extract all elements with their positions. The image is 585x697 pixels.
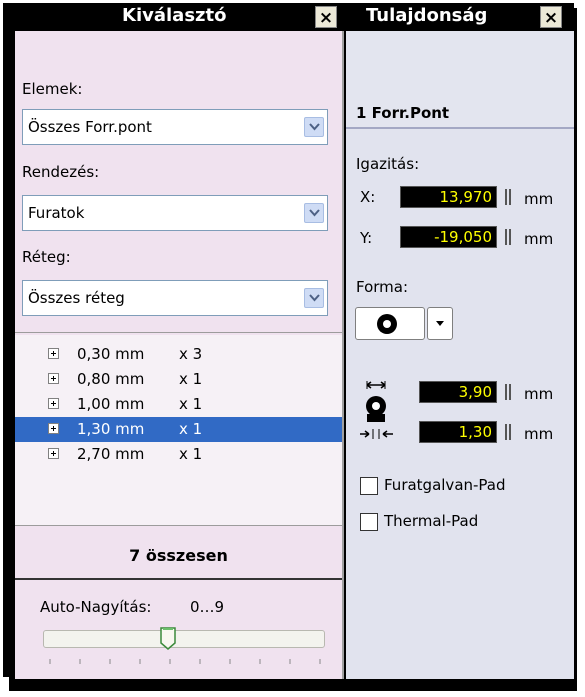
pad-diameter-icon <box>360 381 393 439</box>
tree-item-size: 2,70 mm <box>77 445 145 463</box>
tree-item[interactable]: 2,70 mm x 1 <box>15 442 342 467</box>
auto-zoom-label: Auto-Nagyítás: <box>40 598 152 616</box>
tree-item[interactable]: 1,00 mm x 1 <box>15 392 342 417</box>
elemek-label: Elemek: <box>22 80 83 98</box>
reteg-value: Összes réteg <box>28 289 125 307</box>
chevron-down-icon[interactable] <box>304 203 324 223</box>
slider-thumb[interactable] <box>159 626 179 652</box>
spin-grip-icon[interactable] <box>505 424 512 440</box>
slider-ticks <box>49 659 321 664</box>
expand-icon[interactable] <box>48 423 59 434</box>
property-panel <box>346 31 574 679</box>
separator <box>15 525 342 526</box>
auto-zoom-slider[interactable] <box>43 630 325 648</box>
hole-unit: mm <box>524 425 554 443</box>
tree-item-size: 1,30 mm <box>77 420 145 438</box>
reteg-dropdown[interactable]: Összes réteg <box>22 280 328 316</box>
tree-item[interactable]: 0,30 mm x 3 <box>15 342 342 367</box>
elemek-dropdown[interactable]: Összes Forr.pont <box>22 109 328 145</box>
tree-item-count: x 3 <box>179 345 203 363</box>
expand-icon[interactable] <box>48 398 59 409</box>
tree-item-size: 0,80 mm <box>77 370 145 388</box>
object-title: 1 Forr.Pont <box>356 104 450 122</box>
rendezes-dropdown[interactable]: Furatok <box>22 195 328 231</box>
hole-diameter-field[interactable]: 1,30 <box>419 421 497 443</box>
tree-item-count: x 1 <box>179 420 203 438</box>
tree-item-count: x 1 <box>179 370 203 388</box>
selector-title: Kiválasztó <box>122 5 227 26</box>
tree-item[interactable]: 0,80 mm x 1 <box>15 367 342 392</box>
outer-unit: mm <box>524 385 554 403</box>
chevron-down-icon[interactable] <box>304 117 324 137</box>
tree-item-count: x 1 <box>179 445 203 463</box>
reteg-label: Réteg: <box>22 248 71 266</box>
y-unit: mm <box>524 230 554 248</box>
expand-icon[interactable] <box>48 373 59 384</box>
igazitas-label: Igazitás: <box>356 155 420 173</box>
chevron-down-icon[interactable] <box>304 288 324 308</box>
tree-item-count: x 1 <box>179 395 203 413</box>
forma-label: Forma: <box>356 278 409 296</box>
property-titlebar: Tulajdonság × <box>346 3 574 31</box>
shape-dropdown-button[interactable] <box>427 307 453 340</box>
y-label: Y: <box>360 229 373 247</box>
y-coordinate-field[interactable]: -19,050 <box>400 226 497 248</box>
expand-icon[interactable] <box>48 448 59 459</box>
elemek-value: Összes Forr.pont <box>28 118 152 136</box>
thermal-pad-checkbox[interactable] <box>360 513 378 531</box>
tree-item-size: 0,30 mm <box>77 345 145 363</box>
x-coordinate-field[interactable]: 13,970 <box>400 186 497 208</box>
selector-titlebar: Kiválasztó × <box>15 3 342 31</box>
spin-grip-icon[interactable] <box>505 189 512 205</box>
property-title: Tulajdonság <box>366 5 488 26</box>
x-unit: mm <box>524 190 554 208</box>
selector-close-button[interactable]: × <box>315 6 337 28</box>
chevron-down-icon <box>436 321 444 326</box>
tree-item-selected[interactable]: 1,30 mm x 1 <box>15 417 342 442</box>
furatgalvan-checkbox[interactable] <box>360 477 378 495</box>
spin-grip-icon[interactable] <box>505 229 512 245</box>
furatgalvan-label: Furatgalvan-Pad <box>384 476 506 494</box>
rendezes-label: Rendezés: <box>22 163 100 181</box>
property-close-button[interactable]: × <box>540 6 562 28</box>
total-count: 7 összesen <box>129 546 228 565</box>
x-label: X: <box>360 188 376 206</box>
expand-icon[interactable] <box>48 348 59 359</box>
separator <box>15 578 342 580</box>
shape-selector[interactable] <box>355 307 425 340</box>
auto-zoom-range: 0…9 <box>190 598 225 616</box>
thermal-pad-label: Thermal-Pad <box>384 512 479 530</box>
round-pad-icon <box>377 314 397 334</box>
tree-item-size: 1,00 mm <box>77 395 145 413</box>
separator <box>15 332 342 333</box>
spin-grip-icon[interactable] <box>505 384 512 400</box>
rendezes-value: Furatok <box>28 204 85 222</box>
outer-diameter-field[interactable]: 3,90 <box>419 381 497 403</box>
